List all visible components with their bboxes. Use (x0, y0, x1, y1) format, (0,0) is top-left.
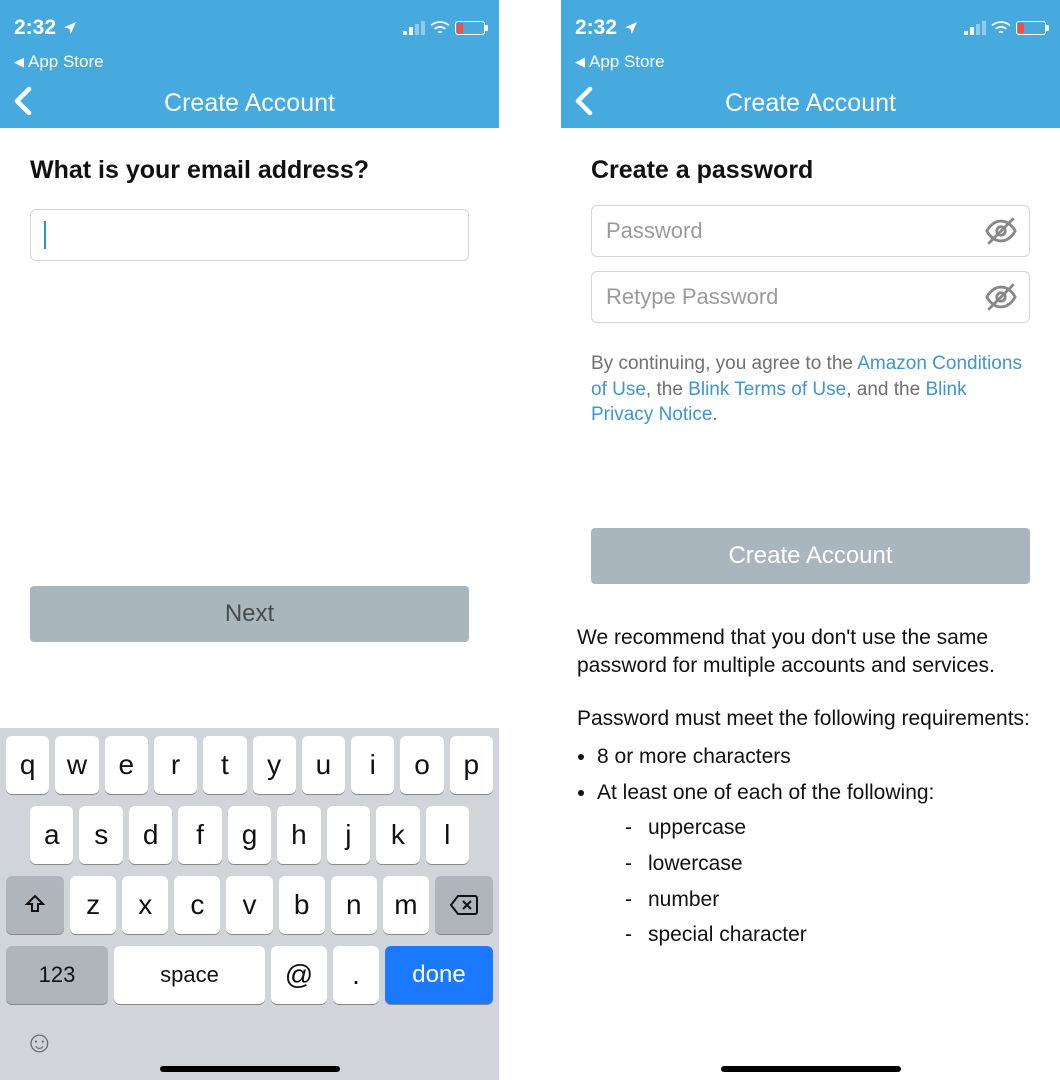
wifi-icon (429, 20, 451, 36)
heading-email: What is your email address? (30, 156, 469, 185)
key-g[interactable]: g (228, 806, 271, 864)
back-button[interactable] (8, 86, 38, 116)
key-a[interactable]: a (30, 806, 73, 864)
key-w[interactable]: w (55, 736, 98, 794)
back-triangle-icon: ◀ (575, 54, 585, 70)
backspace-key[interactable] (435, 876, 493, 934)
key-m[interactable]: m (383, 876, 429, 934)
text-cursor (44, 221, 46, 249)
signal-icon (964, 21, 986, 35)
wifi-icon (990, 20, 1012, 36)
home-indicator[interactable] (160, 1066, 340, 1072)
page-title: Create Account (0, 89, 499, 118)
key-c[interactable]: c (174, 876, 220, 934)
back-to-appstore[interactable]: ◀ App Store (561, 52, 1060, 78)
key-t[interactable]: t (203, 736, 246, 794)
requirements-title: Password must meet the following require… (577, 705, 1044, 733)
key-h[interactable]: h (277, 806, 320, 864)
key-x[interactable]: x (122, 876, 168, 934)
key-f[interactable]: f (178, 806, 221, 864)
battery-icon (455, 21, 485, 35)
emoji-key[interactable]: ☺ (24, 1026, 55, 1060)
page-title: Create Account (561, 89, 1060, 118)
home-indicator[interactable] (721, 1066, 901, 1072)
status-time: 2:32 (14, 16, 56, 40)
keyboard: qwertyuiop asdfghjkl zxcvbnm 123 space @… (0, 728, 499, 1080)
email-input[interactable] (30, 209, 469, 261)
numbers-key[interactable]: 123 (6, 946, 108, 1004)
key-e[interactable]: e (105, 736, 148, 794)
password-recommend: We recommend that you don't use the same… (577, 624, 1044, 681)
nav-bar: Create Account (561, 78, 1060, 128)
key-r[interactable]: r (154, 736, 197, 794)
screen-email: 2:32 ◀ App Store Create Account What is … (0, 0, 499, 1080)
next-button[interactable]: Next (30, 586, 469, 642)
key-i[interactable]: i (351, 736, 394, 794)
status-bar: 2:32 (0, 0, 499, 52)
toggle-visibility-icon[interactable] (984, 214, 1018, 248)
shift-key[interactable] (6, 876, 64, 934)
key-j[interactable]: j (327, 806, 370, 864)
location-icon (623, 20, 639, 36)
password-input[interactable] (591, 205, 1030, 257)
key-y[interactable]: y (253, 736, 296, 794)
toggle-visibility-icon[interactable] (984, 280, 1018, 314)
retype-password-input[interactable] (591, 271, 1030, 323)
done-key[interactable]: done (385, 946, 493, 1004)
key-n[interactable]: n (331, 876, 377, 934)
nav-bar: Create Account (0, 78, 499, 128)
key-b[interactable]: b (279, 876, 325, 934)
requirements-list: 8 or more characters At least one of eac… (597, 739, 1044, 953)
key-z[interactable]: z (70, 876, 116, 934)
screen-password: 2:32 ◀ App Store Create Account Create a… (561, 0, 1060, 1080)
link-blink-terms[interactable]: Blink Terms of Use (688, 379, 846, 400)
key-q[interactable]: q (6, 736, 49, 794)
key-u[interactable]: u (302, 736, 345, 794)
key-d[interactable]: d (129, 806, 172, 864)
terms-text: By continuing, you agree to the Amazon C… (591, 351, 1030, 428)
heading-password: Create a password (591, 156, 1030, 185)
back-triangle-icon: ◀ (14, 54, 24, 70)
back-button[interactable] (569, 86, 599, 116)
key-v[interactable]: v (226, 876, 272, 934)
at-key[interactable]: @ (271, 946, 327, 1004)
key-k[interactable]: k (376, 806, 419, 864)
space-key[interactable]: space (114, 946, 265, 1004)
back-to-appstore[interactable]: ◀ App Store (0, 52, 499, 78)
key-s[interactable]: s (79, 806, 122, 864)
key-l[interactable]: l (426, 806, 469, 864)
battery-icon (1016, 21, 1046, 35)
key-p[interactable]: p (450, 736, 493, 794)
location-icon (62, 20, 78, 36)
status-bar: 2:32 (561, 0, 1060, 52)
key-o[interactable]: o (400, 736, 443, 794)
dot-key[interactable]: . (333, 946, 379, 1004)
status-time: 2:32 (575, 16, 617, 40)
signal-icon (403, 21, 425, 35)
create-account-button[interactable]: Create Account (591, 528, 1030, 584)
